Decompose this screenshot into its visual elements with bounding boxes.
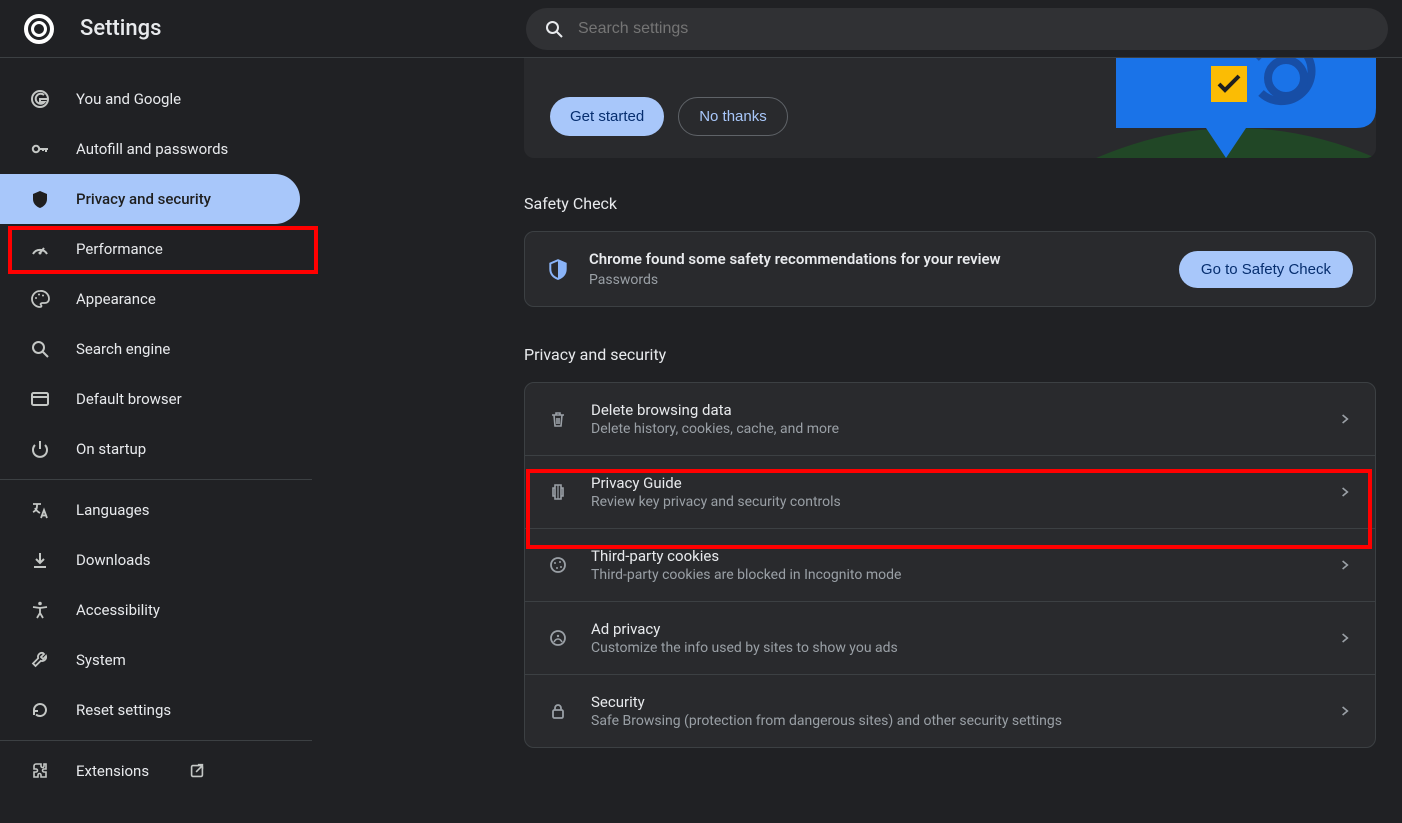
trash-icon	[547, 408, 569, 430]
download-icon	[30, 550, 50, 570]
privacy-row-privacy-guide[interactable]: Privacy Guide Review key privacy and secu…	[525, 456, 1375, 529]
ads-icon	[547, 627, 569, 649]
sidebar-item-privacy-security[interactable]: Privacy and security	[0, 174, 300, 224]
sidebar-item-label: Default browser	[76, 390, 182, 408]
reset-icon	[30, 700, 50, 720]
guide-icon	[547, 481, 569, 503]
sidebar-item-languages[interactable]: Languages	[0, 485, 312, 535]
chrome-logo-icon	[24, 14, 54, 44]
translate-icon	[30, 500, 50, 520]
row-title: Security	[591, 693, 1315, 711]
search-icon	[544, 19, 564, 39]
google-icon	[30, 89, 50, 109]
key-icon	[30, 139, 50, 159]
row-subtitle: Customize the info used by sites to show…	[591, 640, 1315, 656]
sidebar-item-label: Downloads	[76, 551, 151, 569]
header: Settings	[0, 0, 1402, 58]
safety-check-title: Chrome found some safety recommendations…	[589, 250, 1159, 268]
row-title: Ad privacy	[591, 620, 1315, 638]
sidebar-item-label: Reset settings	[76, 701, 171, 719]
sidebar: You and Google Autofill and passwords Priv…	[0, 58, 312, 823]
row-subtitle: Safe Browsing (protection from dangerous…	[591, 713, 1315, 729]
sidebar-item-extensions[interactable]: Extensions	[0, 746, 312, 796]
sidebar-item-label: Accessibility	[76, 601, 160, 619]
sidebar-item-label: Privacy and security	[76, 190, 211, 208]
search-settings-field[interactable]	[526, 8, 1388, 50]
shield-icon	[30, 189, 50, 209]
puzzle-icon	[30, 761, 50, 781]
row-subtitle: Third-party cookies are blocked in Incog…	[591, 567, 1315, 583]
search-input[interactable]	[578, 20, 1370, 38]
sidebar-item-label: System	[76, 651, 126, 669]
sidebar-item-label: Autofill and passwords	[76, 140, 228, 158]
chevron-right-icon	[1337, 703, 1353, 719]
safety-check-heading: Safety Check	[524, 194, 1376, 213]
chevron-right-icon	[1337, 557, 1353, 573]
sidebar-item-accessibility[interactable]: Accessibility	[0, 585, 312, 635]
privacy-row-ad-privacy[interactable]: Ad privacy Customize the info used by sit…	[525, 602, 1375, 675]
chevron-right-icon	[1337, 630, 1353, 646]
sidebar-item-label: Search engine	[76, 340, 170, 358]
promo-card: Get started No thanks	[524, 58, 1376, 158]
chevron-right-icon	[1337, 411, 1353, 427]
shield-icon	[547, 258, 569, 280]
power-icon	[30, 439, 50, 459]
sidebar-item-label: Appearance	[76, 290, 156, 308]
sidebar-item-label: Performance	[76, 240, 163, 258]
sidebar-item-appearance[interactable]: Appearance	[0, 274, 312, 324]
privacy-row-security[interactable]: Security Safe Browsing (protection from d…	[525, 675, 1375, 747]
no-thanks-button[interactable]: No thanks	[678, 97, 788, 136]
accessibility-icon	[30, 600, 50, 620]
sidebar-item-you-and-google[interactable]: You and Google	[0, 74, 312, 124]
wrench-icon	[30, 650, 50, 670]
go-to-safety-check-button[interactable]: Go to Safety Check	[1179, 251, 1353, 288]
speed-icon	[30, 239, 50, 259]
sidebar-divider	[0, 479, 312, 480]
browser-icon	[30, 389, 50, 409]
sidebar-item-autofill-passwords[interactable]: Autofill and passwords	[0, 124, 312, 174]
sidebar-item-label: On startup	[76, 440, 146, 458]
palette-icon	[30, 289, 50, 309]
row-subtitle: Delete history, cookies, cache, and more	[591, 421, 1315, 437]
sidebar-item-reset[interactable]: Reset settings	[0, 685, 312, 735]
search-icon	[30, 339, 50, 359]
privacy-row-delete-browsing-data[interactable]: Delete browsing data Delete history, cook…	[525, 383, 1375, 456]
row-title: Delete browsing data	[591, 401, 1315, 419]
privacy-security-heading: Privacy and security	[524, 345, 1376, 364]
privacy-security-list: Delete browsing data Delete history, cook…	[524, 382, 1376, 748]
row-subtitle: Review key privacy and security controls	[591, 494, 1315, 510]
chevron-right-icon	[1337, 484, 1353, 500]
row-title: Privacy Guide	[591, 474, 1315, 492]
external-link-icon	[187, 761, 207, 781]
sidebar-item-label: Extensions	[76, 762, 149, 780]
promo-illustration	[1096, 58, 1376, 158]
app-title: Settings	[80, 16, 161, 41]
sidebar-item-system[interactable]: System	[0, 635, 312, 685]
cookie-icon	[547, 554, 569, 576]
sidebar-item-label: Languages	[76, 501, 150, 519]
sidebar-item-performance[interactable]: Performance	[0, 224, 312, 274]
main-content: Get started No thanks Safety Check Chrom…	[312, 58, 1402, 823]
get-started-button[interactable]: Get started	[550, 97, 664, 136]
sidebar-item-on-startup[interactable]: On startup	[0, 424, 312, 474]
safety-check-subtitle: Passwords	[589, 272, 1159, 288]
sidebar-item-default-browser[interactable]: Default browser	[0, 374, 312, 424]
sidebar-item-search-engine[interactable]: Search engine	[0, 324, 312, 374]
sidebar-item-downloads[interactable]: Downloads	[0, 535, 312, 585]
row-title: Third-party cookies	[591, 547, 1315, 565]
sidebar-divider	[0, 740, 312, 741]
privacy-row-third-party-cookies[interactable]: Third-party cookies Third-party cookies a…	[525, 529, 1375, 602]
sidebar-item-label: You and Google	[76, 90, 181, 108]
lock-icon	[547, 700, 569, 722]
safety-check-card: Chrome found some safety recommendations…	[524, 231, 1376, 307]
